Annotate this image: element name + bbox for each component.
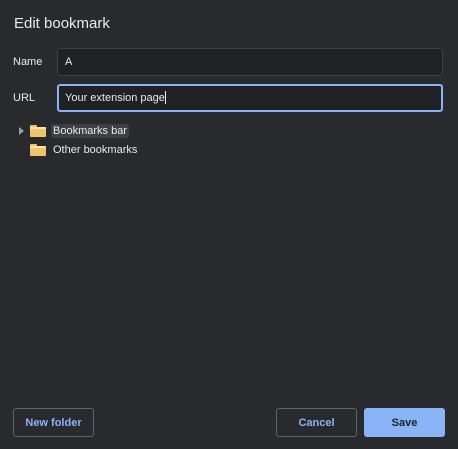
- new-folder-button[interactable]: New folder: [13, 408, 94, 437]
- url-input[interactable]: Your extension page: [57, 84, 443, 112]
- url-input-value: Your extension page: [65, 92, 165, 104]
- dialog-title: Edit bookmark: [14, 15, 110, 32]
- edit-bookmark-dialog: Edit bookmark Name A URL Your extension …: [0, 0, 458, 449]
- tree-item-other-bookmarks[interactable]: Other bookmarks: [18, 141, 139, 159]
- name-input-value: A: [65, 56, 73, 68]
- save-button[interactable]: Save: [364, 408, 445, 437]
- name-input[interactable]: A: [57, 48, 443, 76]
- tree-item-bookmarks-bar[interactable]: Bookmarks bar: [18, 122, 129, 140]
- folder-icon: [30, 144, 46, 156]
- text-caret: [164, 90, 166, 104]
- tree-item-label[interactable]: Other bookmarks: [51, 143, 139, 157]
- expand-arrow-icon[interactable]: [18, 126, 26, 136]
- tree-item-label[interactable]: Bookmarks bar: [51, 124, 129, 138]
- folder-icon: [30, 125, 46, 137]
- expand-placeholder: [18, 145, 26, 155]
- url-label: URL: [13, 92, 36, 104]
- name-label: Name: [13, 56, 43, 68]
- cancel-button[interactable]: Cancel: [276, 408, 357, 437]
